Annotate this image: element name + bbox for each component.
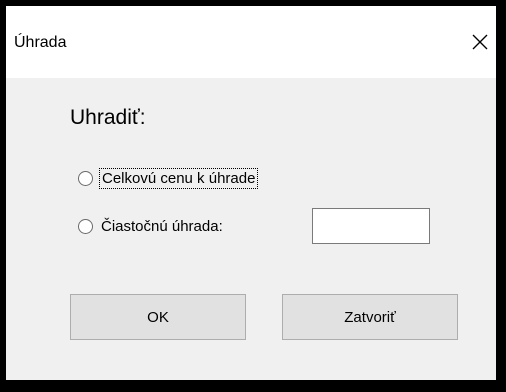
dialog-window: Úhrada Uhradiť: Celkovú cenu k úhrade Či… bbox=[4, 4, 498, 382]
radio-partial-payment-label: Čiastočnú úhrada: bbox=[101, 217, 223, 235]
window-title: Úhrada bbox=[14, 34, 67, 51]
close-button[interactable] bbox=[466, 28, 494, 56]
close-dialog-button[interactable]: Zatvoriť bbox=[282, 294, 458, 340]
ok-button[interactable]: OK bbox=[70, 294, 246, 340]
radio-full-payment[interactable]: Celkovú cenu k úhrade bbox=[78, 166, 259, 190]
partial-amount-input[interactable] bbox=[312, 208, 430, 244]
radio-full-payment-label: Celkovú cenu k úhrade bbox=[99, 167, 259, 189]
radio-button-partial[interactable] bbox=[78, 218, 93, 234]
dialog-body: Uhradiť: Celkovú cenu k úhrade Čiastočnú… bbox=[6, 78, 496, 380]
radio-partial-payment[interactable]: Čiastočnú úhrada: bbox=[78, 214, 225, 238]
payment-heading: Uhradiť: bbox=[70, 106, 146, 129]
close-icon bbox=[472, 34, 488, 50]
title-bar[interactable]: Úhrada bbox=[6, 6, 496, 78]
radio-button-full[interactable] bbox=[78, 170, 93, 186]
